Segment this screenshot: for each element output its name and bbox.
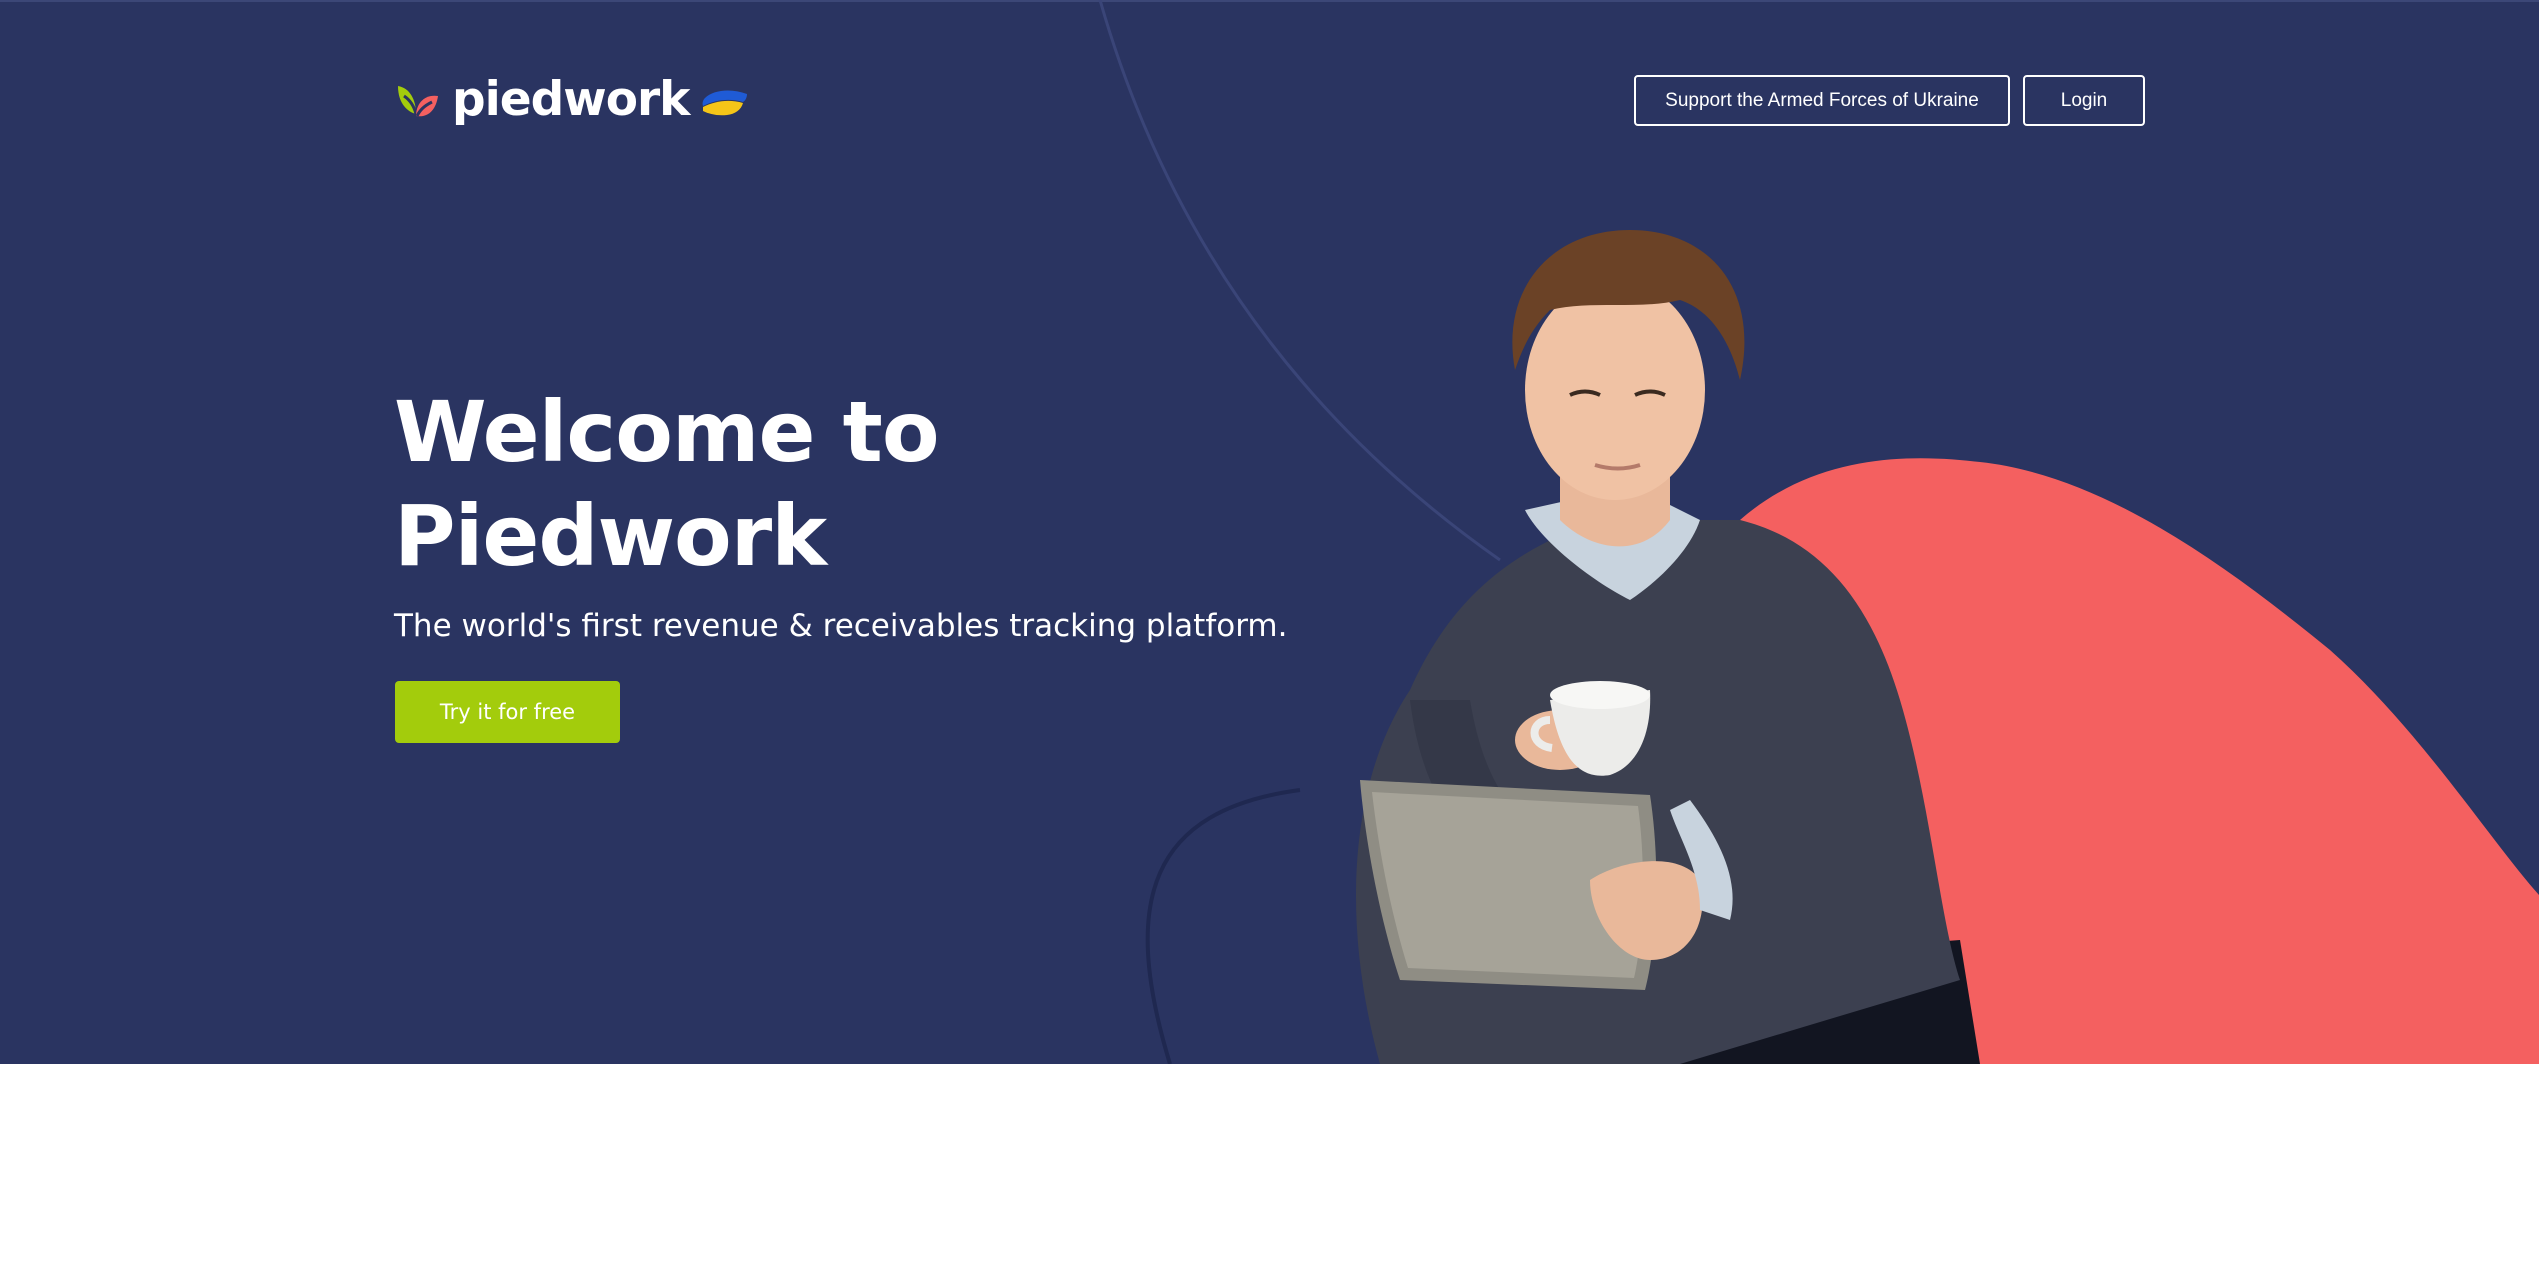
- hero-person-image: [1356, 230, 1980, 1064]
- logo[interactable]: piedwork: [394, 70, 749, 130]
- support-ukraine-button[interactable]: Support the Armed Forces of Ukraine: [1634, 75, 2010, 126]
- title-line-1: Welcome to: [394, 383, 940, 481]
- login-button[interactable]: Login: [2023, 75, 2145, 126]
- try-free-button[interactable]: Try it for free: [395, 681, 620, 743]
- hero-section: piedwork Support the Armed Forces of Ukr…: [0, 0, 2539, 1064]
- hero-subtitle: The world's first revenue & receivables …: [394, 608, 1288, 644]
- ukraine-flag-icon: [703, 90, 748, 116]
- title-line-2: Piedwork: [394, 487, 827, 585]
- page-title: Welcome to Piedwork: [394, 380, 1294, 588]
- brand-name: piedwork: [452, 72, 690, 127]
- leaf-logo-icon: [398, 86, 438, 117]
